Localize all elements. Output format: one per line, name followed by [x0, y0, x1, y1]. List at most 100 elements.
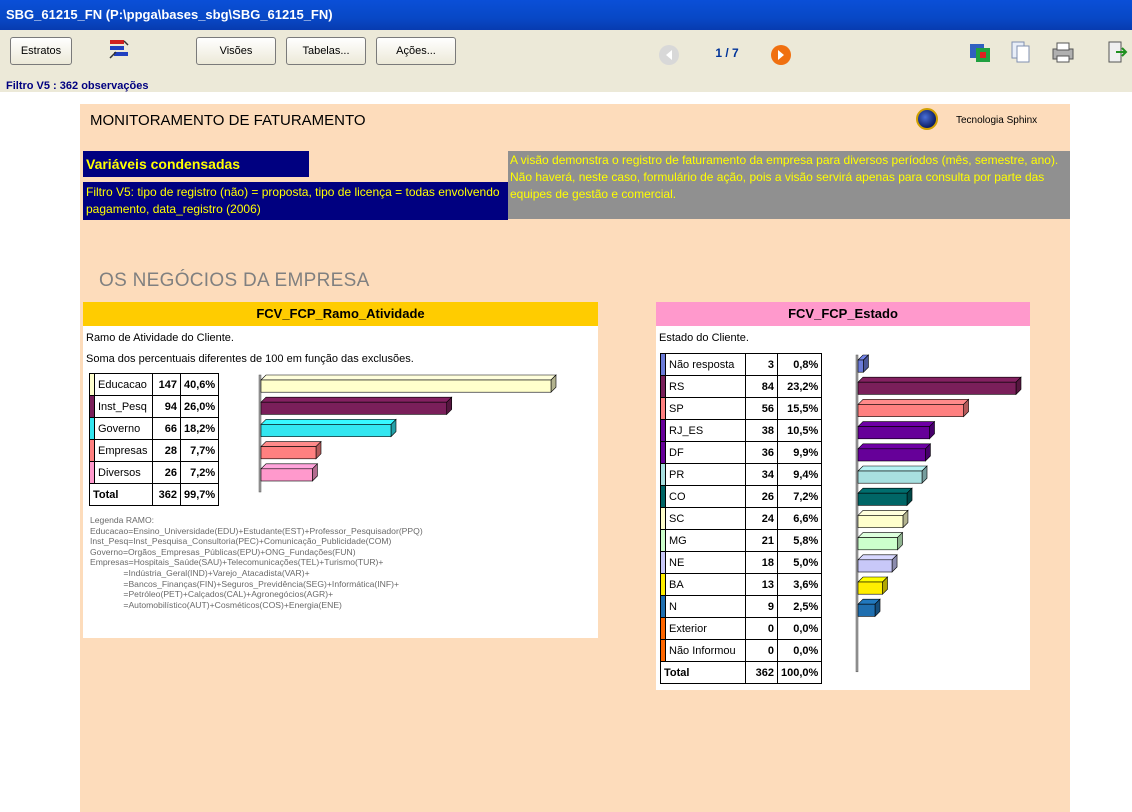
estado-row-count: 13: [745, 573, 778, 596]
acoes-button[interactable]: Ações...: [376, 37, 456, 65]
estado-bar: [857, 398, 970, 418]
report-canvas: MONITORAMENTO DE FATURAMENTO Tecnologia …: [80, 104, 1070, 812]
estado-total-label: Total: [660, 661, 746, 684]
estado-bar: [857, 576, 889, 595]
ramo-table-row: Inst_Pesq 94 26,0%: [89, 395, 220, 418]
estado-row-count: 18: [745, 551, 778, 574]
estado-row-count: 56: [745, 397, 778, 420]
condensed-variables-label: Variáveis condensadas: [83, 151, 309, 177]
estado-bar: [857, 487, 913, 507]
ramo-row-count: 66: [152, 417, 181, 440]
ramo-row-label: Empresas: [94, 439, 153, 462]
estado-row-label: RJ_ES: [665, 419, 746, 442]
export-icon[interactable]: [968, 40, 994, 64]
section-title: OS NEGÓCIOS DA EMPRESA: [99, 270, 370, 291]
ramo-table-row: Diversos 26 7,2%: [89, 461, 220, 484]
estado-table-row: Não resposta 3 0,8%: [660, 353, 823, 376]
estado-row-count: 0: [745, 639, 778, 662]
estado-bar: [857, 420, 936, 440]
estado-row-pct: 23,2%: [776, 375, 823, 398]
ramo-total-row: Total 362 99,7%: [89, 483, 220, 506]
estado-bar: [857, 376, 1022, 396]
estado-total-pct: 100,0%: [776, 661, 823, 684]
toolbar: Estratos Visões Tabelas... Ações... 1 / …: [0, 30, 1132, 92]
copy-icon[interactable]: [1010, 40, 1032, 64]
ramo-row-label: Educacao: [94, 373, 153, 396]
ramo-note: Soma dos percentuais diferentes de 100 e…: [86, 353, 414, 365]
print-icon[interactable]: [1050, 40, 1076, 64]
ramo-bar: [260, 374, 557, 393]
ramo-subtitle: Ramo de Atividade do Cliente.: [86, 332, 234, 344]
estado-panel: FCV_FCP_Estado Estado do Cliente. Não re…: [656, 302, 1030, 690]
ramo-row-pct: 7,7%: [179, 439, 220, 462]
ramo-total-pct: 99,7%: [179, 483, 220, 506]
estado-row-pct: 10,5%: [776, 419, 823, 442]
estado-table-row: DF 36 9,9%: [660, 441, 823, 464]
ramo-row-label: Inst_Pesq: [94, 395, 153, 418]
ramo-row-pct: 26,0%: [179, 395, 220, 418]
ramo-bar: [260, 418, 397, 438]
estado-row-label: N: [665, 595, 746, 618]
ramo-header: FCV_FCP_Ramo_Atividade: [83, 302, 598, 326]
estado-row-count: 9: [745, 595, 778, 618]
estado-row-pct: 0,0%: [776, 639, 823, 662]
estado-table-row: BA 13 3,6%: [660, 573, 823, 596]
back-arrow-icon[interactable]: [658, 44, 680, 66]
estado-row-count: 24: [745, 507, 778, 530]
estratos-button[interactable]: Estratos: [10, 37, 72, 65]
estado-table: Não resposta 3 0,8% RS 84 23,2% SP 56 15,5% RJ_ES…: [660, 353, 823, 684]
visoes-button[interactable]: Visões: [196, 37, 276, 65]
estado-row-count: 21: [745, 529, 778, 552]
ramo-row-pct: 7,2%: [179, 461, 220, 484]
estado-row-count: 3: [745, 353, 778, 376]
estado-row-pct: 5,8%: [776, 529, 823, 552]
estado-table-row: SC 24 6,6%: [660, 507, 823, 530]
estado-row-label: MG: [665, 529, 746, 552]
ramo-row-pct: 40,6%: [179, 373, 220, 396]
page-indicator: 1 / 7: [715, 46, 739, 60]
estado-row-count: 26: [745, 485, 778, 508]
ramo-row-count: 28: [152, 439, 181, 462]
estado-row-pct: 5,0%: [776, 551, 823, 574]
forward-arrow-icon[interactable]: [770, 44, 792, 66]
estado-row-pct: 2,5%: [776, 595, 823, 618]
estado-row-label: SP: [665, 397, 746, 420]
brand-label: Tecnologia Sphinx: [956, 115, 1038, 126]
ramo-table-row: Empresas 28 7,7%: [89, 439, 220, 462]
estado-table-row: N 9 2,5%: [660, 595, 823, 618]
estado-row-pct: 0,0%: [776, 617, 823, 640]
strata-icon[interactable]: [108, 38, 130, 62]
estado-header: FCV_FCP_Estado: [656, 302, 1030, 326]
estado-bar: [857, 443, 932, 462]
estado-total-row: Total 362 100,0%: [660, 661, 823, 684]
ramo-table-row: Governo 66 18,2%: [89, 417, 220, 440]
estado-row-count: 38: [745, 419, 778, 442]
ramo-table: Educacao 147 40,6% Inst_Pesq 94 26,0% Governo 6…: [89, 373, 220, 506]
sphinx-logo-icon: [916, 108, 938, 130]
estado-row-label: DF: [665, 441, 746, 464]
estado-bar: [857, 554, 898, 573]
tabelas-button[interactable]: Tabelas...: [286, 37, 366, 65]
exit-icon[interactable]: [1106, 40, 1128, 64]
ramo-bar: [260, 396, 453, 416]
ramo-legend: Legenda RAMO: Educacao=Ensino_Universida…: [90, 515, 423, 610]
estado-bar-chart: [855, 354, 1022, 673]
estado-table-row: CO 26 7,2%: [660, 485, 823, 508]
estado-row-count: 34: [745, 463, 778, 486]
report-title: MONITORAMENTO DE FATURAMENTO: [90, 112, 366, 129]
estado-total-count: 362: [745, 661, 778, 684]
estado-row-label: Exterior: [665, 617, 746, 640]
filter-description: Filtro V5: tipo de registro (não) = prop…: [83, 182, 508, 220]
estado-bar: [857, 531, 904, 551]
estado-row-pct: 15,5%: [776, 397, 823, 420]
estado-row-count: 84: [745, 375, 778, 398]
estado-row-pct: 9,9%: [776, 441, 823, 464]
estado-row-pct: 7,2%: [776, 485, 823, 508]
filter-status: Filtro V5 : 362 observações: [6, 80, 149, 92]
estado-table-row: Não Informou 0 0,0%: [660, 639, 823, 662]
estado-bar: [857, 509, 909, 529]
estado-bar: [857, 465, 928, 484]
ramo-bar: [260, 463, 319, 482]
ramo-table-row: Educacao 147 40,6%: [89, 373, 220, 396]
ramo-row-count: 26: [152, 461, 181, 484]
